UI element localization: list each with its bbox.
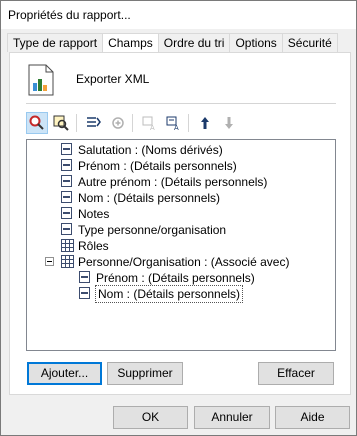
xml-document-icon (28, 64, 54, 96)
table-search-icon (53, 115, 69, 131)
ok-button[interactable]: OK (113, 406, 188, 429)
move-down-button[interactable] (218, 112, 240, 134)
find-field-button[interactable] (26, 112, 48, 134)
table-icon (61, 255, 74, 268)
field-text-disabled-icon: A (142, 116, 155, 131)
field-label-icon: A (166, 116, 179, 131)
tree-item-label: Notes (78, 207, 110, 221)
field-icon (61, 207, 72, 219)
fields-panel: Exporter XML A A Salutation : (Noms déri (9, 52, 351, 395)
toolbar-separator (132, 114, 133, 132)
tree-item-label: Nom : (Détails personnels) (94, 285, 244, 303)
svg-text:A: A (150, 125, 155, 131)
collapse-toggle[interactable] (45, 257, 54, 266)
field-text-button[interactable]: A (138, 112, 160, 134)
tab-strip: Type de rapport Champs Ordre du tri Opti… (7, 33, 338, 53)
add-button[interactable]: Ajouter... (27, 362, 102, 385)
tab-report-type[interactable]: Type de rapport (7, 33, 104, 52)
tree-item-label: Personne/Organisation : (Associé avec) (78, 255, 290, 269)
svg-text:A: A (174, 125, 179, 131)
fields-tree[interactable]: Salutation : (Noms dérivés) Prénom : (Dét… (26, 139, 336, 351)
align-lines-icon (87, 117, 101, 127)
tree-item-label: Prénom : (Détails personnels) (96, 271, 255, 285)
tree-item-label: Rôles (78, 239, 109, 253)
add-circle-icon (112, 117, 124, 129)
field-icon (79, 271, 90, 283)
field-icon (61, 143, 72, 155)
cancel-button[interactable]: Annuler (194, 406, 270, 429)
tree-item-label: Type personne/organisation (78, 223, 227, 237)
tree-item-label: Prénom : (Détails personnels) (78, 159, 237, 173)
arrow-up-icon (201, 117, 209, 129)
tree-item-label: Autre prénom : (Détails personnels) (78, 175, 268, 189)
add-calculation-button[interactable] (106, 112, 128, 134)
report-properties-dialog: Propriétés du rapport... Type de rapport… (0, 0, 357, 436)
tree-item-label: Nom : (Détails personnels) (78, 191, 221, 205)
table-icon (61, 239, 74, 252)
tab-fields[interactable]: Champs (102, 33, 159, 53)
field-icon (61, 159, 72, 171)
field-icon (61, 223, 72, 235)
help-button[interactable]: Aide (275, 406, 350, 429)
clear-button[interactable]: Effacer (258, 362, 334, 385)
export-label: Exporter XML (76, 72, 150, 86)
remove-button[interactable]: Supprimer (107, 362, 183, 385)
arrow-down-icon (225, 117, 233, 129)
dialog-title: Propriétés du rapport... (8, 8, 131, 22)
field-icon (61, 191, 72, 203)
tab-sort-order[interactable]: Ordre du tri (157, 33, 231, 52)
tab-security[interactable]: Sécurité (281, 33, 338, 52)
field-icon (61, 175, 72, 187)
field-icon (79, 287, 90, 299)
field-label-button[interactable]: A (162, 112, 184, 134)
title-bar[interactable]: Propriétés du rapport... (1, 1, 356, 29)
toolbar-separator (76, 114, 77, 132)
toolbar-separator (188, 114, 189, 132)
tree-item-label: Salutation : (Noms dérivés) (78, 143, 223, 157)
find-table-button[interactable] (50, 112, 72, 134)
format-button[interactable] (82, 112, 104, 134)
tab-options[interactable]: Options (229, 33, 283, 52)
move-up-button[interactable] (194, 112, 216, 134)
divider (26, 103, 336, 104)
magnifier-icon (29, 115, 44, 130)
